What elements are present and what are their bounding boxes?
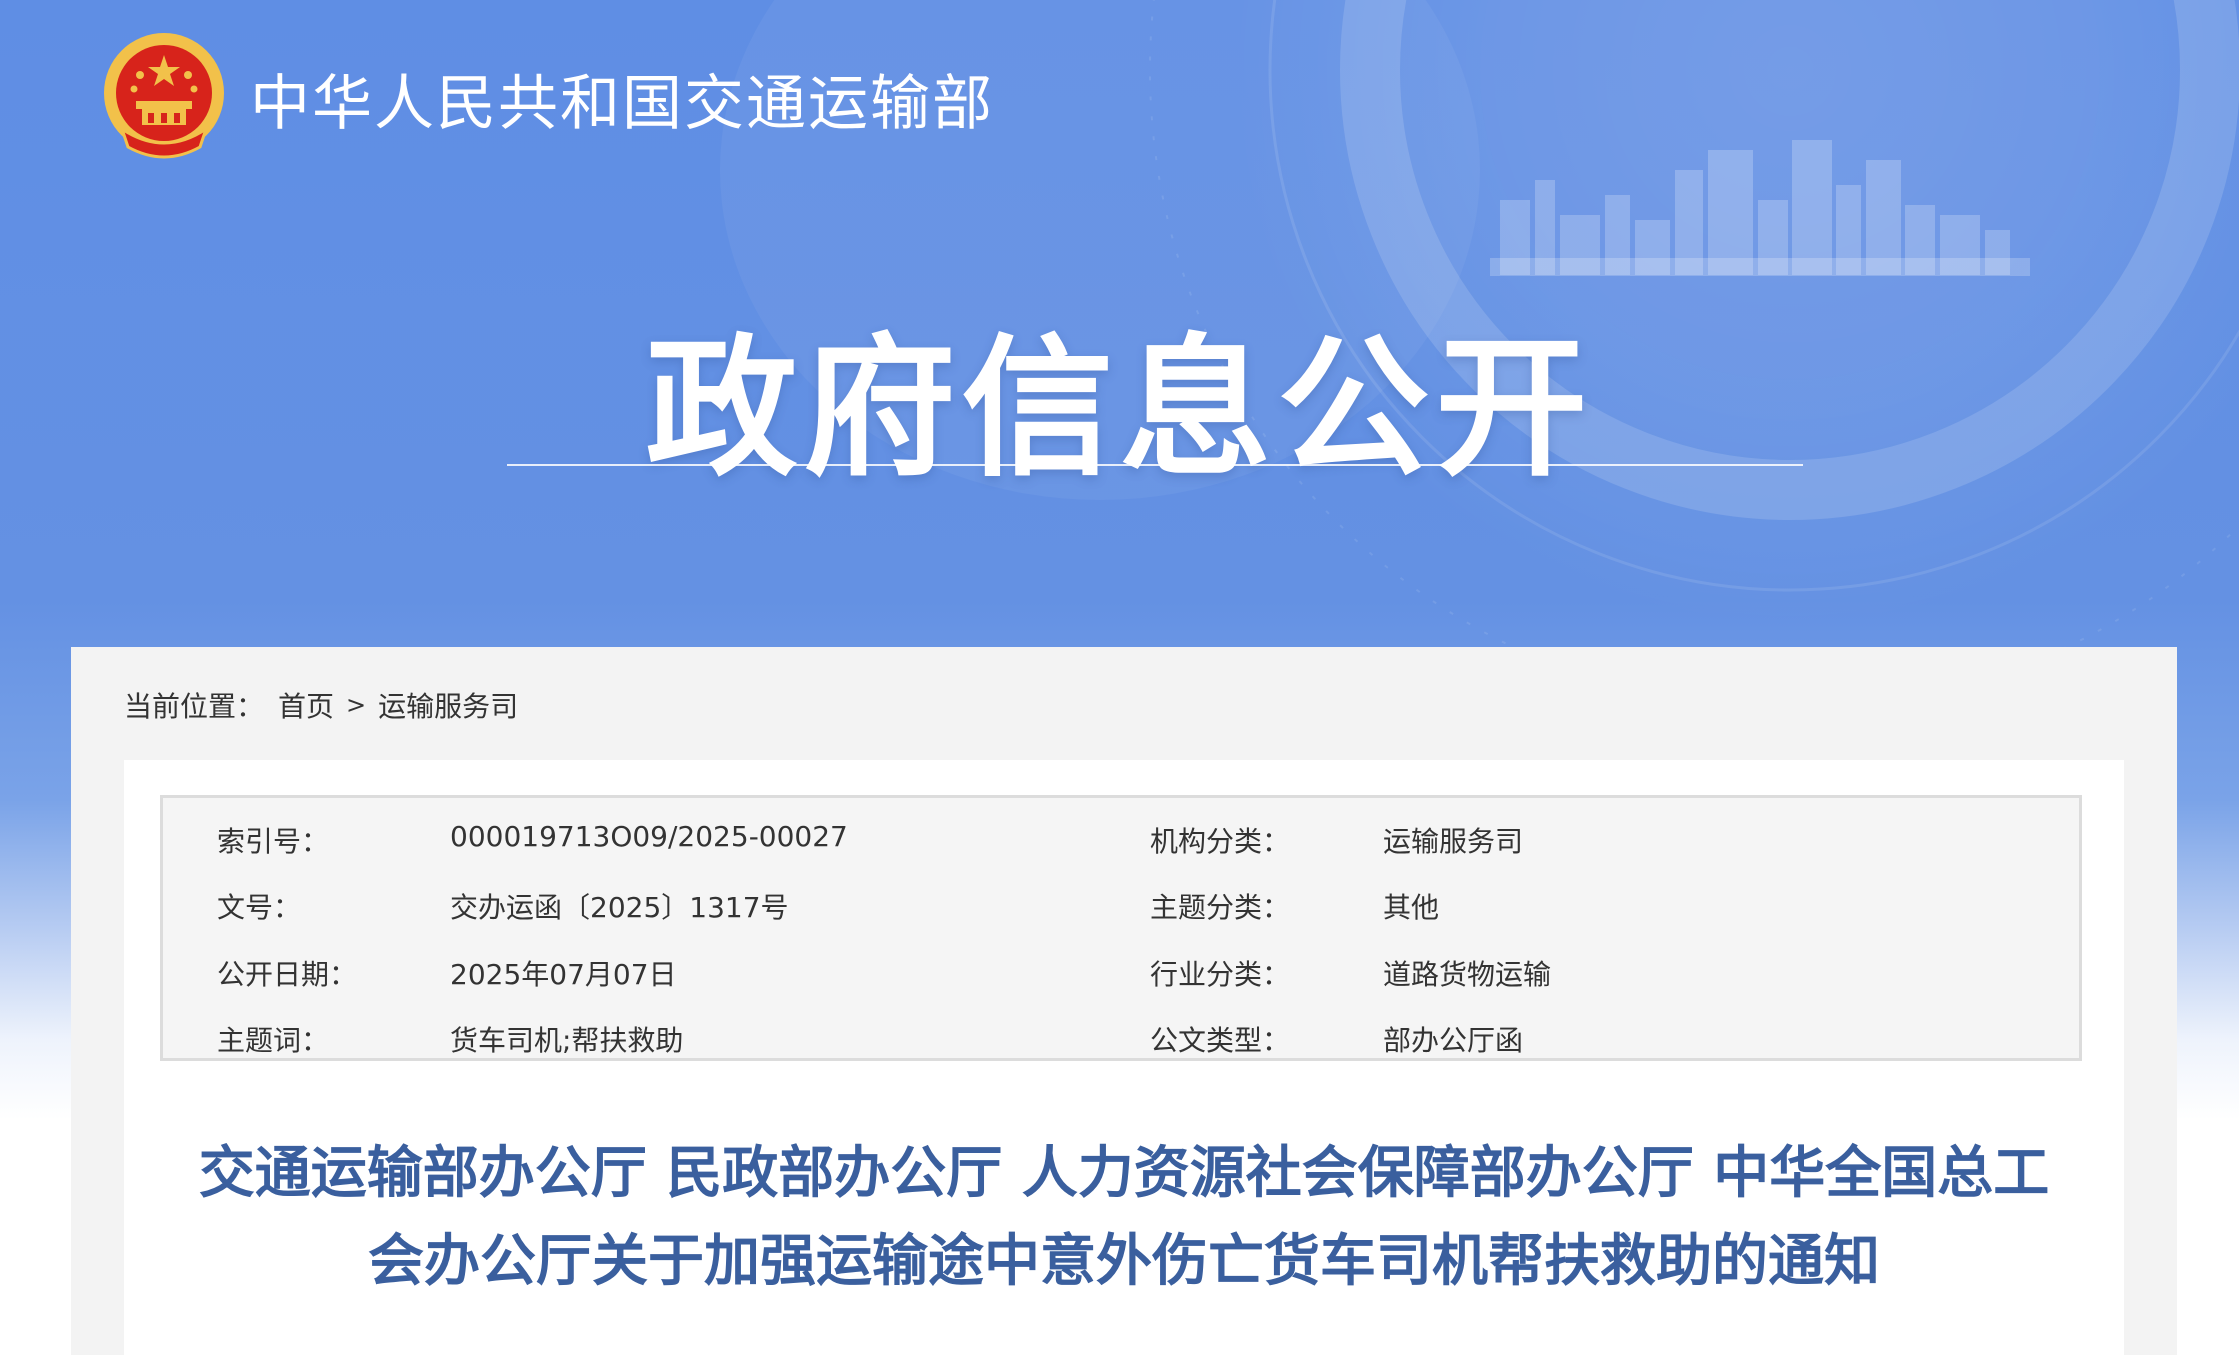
metadata-label: 公开日期： (217, 958, 358, 991)
breadcrumb-home-link[interactable]: 首页 (278, 685, 334, 725)
metadata-row: 公开日期： 2025年07月07日 行业分类： 道路货物运输 (163, 953, 2079, 993)
metadata-label: 公文类型： (1150, 1024, 1291, 1057)
metadata-row: 文号： 交办运函〔2025〕1317号 主题分类： 其他 (163, 886, 2079, 926)
metadata-label: 主题分类： (1150, 891, 1291, 924)
metadata-value: 交办运函〔2025〕1317号 (450, 891, 789, 924)
metadata-value: 货车司机;帮扶救助 (450, 1024, 684, 1057)
document-title: 交通运输部办公厅 民政部办公厅 人力资源社会保障部办公厅 中华全国总工 会办公厅… (124, 1130, 2124, 1306)
metadata-value: 道路货物运输 (1383, 958, 1552, 991)
metadata-row: 主题词： 货车司机;帮扶救助 公文类型： 部办公厅函 (163, 1019, 2079, 1059)
content-panel: 当前位置： 首页 > 运输服务司 索引号： 000019713O09/2025-… (71, 647, 2177, 1355)
metadata-label: 行业分类： (1150, 958, 1291, 991)
metadata-value: 000019713O09/2025-00027 (450, 820, 848, 853)
metadata-value: 其他 (1383, 891, 1440, 924)
ministry-name: 中华人民共和国交通运输部 (250, 68, 994, 139)
metadata-label: 主题词： (217, 1024, 330, 1057)
national-emblem-icon (104, 33, 224, 159)
banner-divider (507, 464, 1803, 466)
breadcrumb: 当前位置： 首页 > 运输服务司 (124, 685, 518, 725)
breadcrumb-separator: > (346, 691, 367, 719)
metadata-label: 文号： (217, 891, 302, 924)
metadata-row: 索引号： 000019713O09/2025-00027 机构分类： 运输服务司 (163, 820, 2079, 860)
document-metadata-table: 索引号： 000019713O09/2025-00027 机构分类： 运输服务司… (160, 795, 2082, 1061)
metadata-value: 运输服务司 (1383, 825, 1524, 858)
metadata-value: 2025年07月07日 (450, 958, 677, 991)
breadcrumb-current-link[interactable]: 运输服务司 (378, 685, 518, 725)
site-header: 中华人民共和国交通运输部 (100, 28, 994, 168)
article-container: 索引号： 000019713O09/2025-00027 机构分类： 运输服务司… (124, 760, 2124, 1355)
banner-title: 政府信息公开 (645, 320, 1594, 497)
skyline-icon (1490, 140, 2030, 276)
metadata-label: 索引号： (217, 825, 330, 858)
page: 中华人民共和国交通运输部 政府信息公开 当前位置： 首页 > 运输服务司 索引号… (0, 0, 2239, 1355)
document-title-line: 会办公厅关于加强运输途中意外伤亡货车司机帮扶救助的通知 (368, 1229, 1880, 1294)
breadcrumb-prefix: 当前位置： (124, 690, 265, 723)
document-title-line: 交通运输部办公厅 民政部办公厅 人力资源社会保障部办公厅 中华全国总工 (198, 1141, 2050, 1206)
metadata-value: 部办公厅函 (1383, 1024, 1524, 1057)
metadata-label: 机构分类： (1150, 825, 1291, 858)
